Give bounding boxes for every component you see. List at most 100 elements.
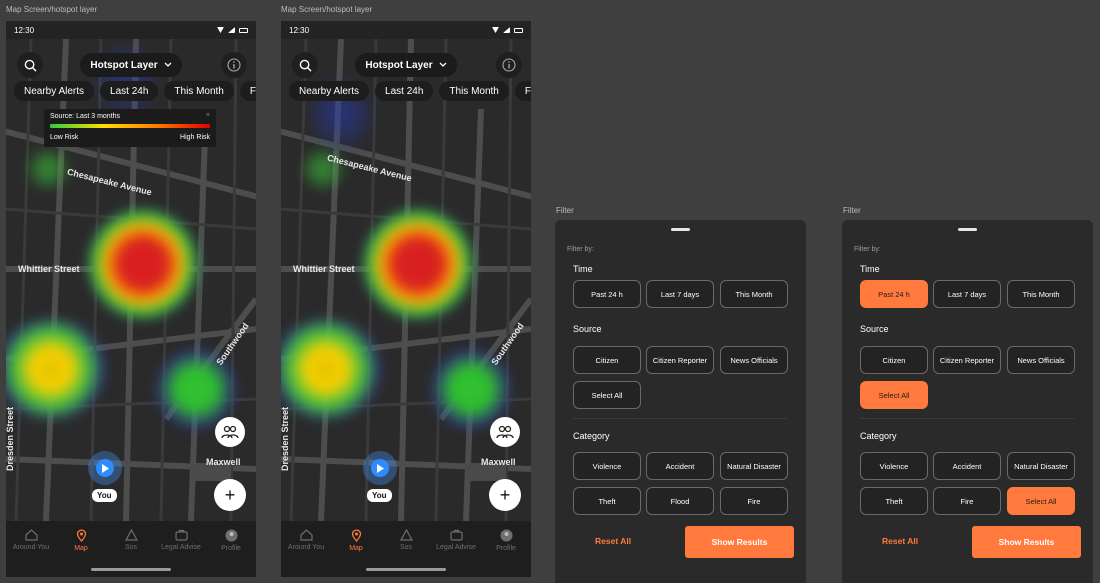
hotspot-layer-dropdown[interactable]: Hotspot Layer bbox=[80, 53, 182, 77]
nav-label-map: Map bbox=[349, 545, 363, 552]
nav-around-you[interactable]: Around You bbox=[8, 529, 54, 577]
user-location-marker[interactable]: You bbox=[88, 451, 122, 502]
home-indicator bbox=[366, 568, 446, 571]
source-option-select-all[interactable]: Select All bbox=[860, 381, 928, 409]
reset-all-button[interactable]: Reset All bbox=[595, 536, 631, 546]
show-results-button[interactable]: Show Results bbox=[685, 526, 794, 558]
street-label-dresden: Dresden Street bbox=[6, 406, 16, 472]
chevron-down-icon bbox=[164, 62, 172, 67]
source-option-select-all[interactable]: Select All bbox=[573, 381, 641, 409]
chip-last-24h[interactable]: Last 24h bbox=[375, 81, 434, 101]
search-button[interactable] bbox=[292, 52, 318, 78]
avatar-icon bbox=[500, 529, 512, 542]
filter-by-label: Filter by: bbox=[854, 246, 881, 253]
warning-icon bbox=[124, 529, 138, 541]
nav-label-legal-advise: Legal Advise bbox=[436, 544, 476, 551]
info-button[interactable] bbox=[496, 52, 522, 78]
chip-nearby-alerts[interactable]: Nearby Alerts bbox=[14, 81, 95, 101]
category-option-natural-disaster[interactable]: Natural Disaster bbox=[720, 452, 788, 480]
category-option-fire[interactable]: Fire bbox=[933, 487, 1001, 515]
street-label-whittier: Whittier Street bbox=[293, 264, 355, 274]
briefcase-icon bbox=[449, 529, 463, 541]
time-option-this-month[interactable]: This Month bbox=[720, 280, 788, 308]
legend-gradient-bar bbox=[50, 124, 210, 128]
category-option-violence[interactable]: Violence bbox=[860, 452, 928, 480]
time-option-past-24h[interactable]: Past 24 h bbox=[860, 280, 928, 308]
category-option-accident[interactable]: Accident bbox=[646, 452, 714, 480]
community-button[interactable] bbox=[215, 417, 245, 447]
category-option-theft[interactable]: Theft bbox=[573, 487, 641, 515]
plus-icon: + bbox=[499, 485, 511, 505]
nav-profile[interactable]: Profile bbox=[483, 529, 529, 577]
chip-this-month[interactable]: This Month bbox=[439, 81, 509, 101]
legend-close-icon[interactable]: × bbox=[206, 112, 210, 119]
chip-nearby-alerts[interactable]: Nearby Alerts bbox=[289, 81, 370, 101]
category-option-violence[interactable]: Violence bbox=[573, 452, 641, 480]
hotspot-layer-dropdown[interactable]: Hotspot Layer bbox=[355, 53, 457, 77]
category-option-accident[interactable]: Accident bbox=[933, 452, 1001, 480]
quick-filter-chips: Nearby Alerts Last 24h This Month F bbox=[14, 81, 256, 101]
battery-icon bbox=[239, 27, 248, 33]
home-icon bbox=[299, 529, 313, 541]
reset-all-button[interactable]: Reset All bbox=[882, 536, 918, 546]
nav-label-sos: Sos bbox=[124, 544, 138, 551]
time-option-last-7-days[interactable]: Last 7 days bbox=[933, 280, 1001, 308]
layer-label: Hotspot Layer bbox=[90, 59, 158, 71]
chip-this-month[interactable]: This Month bbox=[164, 81, 234, 101]
legend-source: Source: Last 3 months bbox=[50, 113, 121, 120]
risk-legend: Source: Last 3 months × Low Risk High Ris… bbox=[44, 109, 216, 147]
category-option-fire[interactable]: Fire bbox=[720, 487, 788, 515]
source-option-citizen[interactable]: Citizen bbox=[573, 346, 641, 374]
add-report-button[interactable]: + bbox=[489, 479, 521, 511]
source-option-citizen-reporter[interactable]: Citizen Reporter bbox=[646, 346, 714, 374]
drag-handle[interactable] bbox=[958, 228, 977, 231]
category-option-flood[interactable]: Flood bbox=[646, 487, 714, 515]
user-location-marker[interactable]: You bbox=[363, 451, 397, 502]
legend-high: High Risk bbox=[180, 134, 210, 141]
map-pin-icon bbox=[351, 529, 361, 542]
time-option-last-7-days[interactable]: Last 7 days bbox=[646, 280, 714, 308]
source-option-citizen[interactable]: Citizen bbox=[860, 346, 928, 374]
section-title-category: Category bbox=[573, 431, 610, 441]
source-option-news-officials[interactable]: News Officials bbox=[1007, 346, 1075, 374]
nav-label-around-you: Around You bbox=[12, 544, 50, 551]
wifi-icon bbox=[217, 27, 224, 33]
time-option-past-24h[interactable]: Past 24 h bbox=[573, 280, 641, 308]
status-time: 12:30 bbox=[289, 25, 310, 35]
frame-label-filter-1: Filter bbox=[556, 206, 574, 215]
search-icon bbox=[299, 59, 312, 72]
source-option-citizen-reporter[interactable]: Citizen Reporter bbox=[933, 346, 1001, 374]
briefcase-icon bbox=[174, 529, 188, 541]
category-option-theft[interactable]: Theft bbox=[860, 487, 928, 515]
section-title-time: Time bbox=[573, 264, 593, 274]
nav-profile[interactable]: Profile bbox=[208, 529, 254, 577]
status-time: 12:30 bbox=[14, 25, 35, 35]
nav-around-you[interactable]: Around You bbox=[283, 529, 329, 577]
map-canvas[interactable]: Chesapeake Avenue Whittier Street Southw… bbox=[281, 39, 531, 521]
nav-label-legal-advise: Legal Advise bbox=[161, 544, 201, 551]
time-option-this-month[interactable]: This Month bbox=[1007, 280, 1075, 308]
heat-blob-red bbox=[363, 209, 473, 319]
add-report-button[interactable]: + bbox=[214, 479, 246, 511]
category-option-natural-disaster[interactable]: Natural Disaster bbox=[1007, 452, 1075, 480]
bottom-navigation: Around You Map Sos Legal Advise Profile bbox=[281, 521, 531, 577]
heat-blob-green-small bbox=[28, 149, 68, 189]
drag-handle[interactable] bbox=[671, 228, 690, 231]
category-option-select-all[interactable]: Select All bbox=[1007, 487, 1075, 515]
chip-more[interactable]: F bbox=[514, 81, 531, 101]
legend-low: Low Risk bbox=[50, 134, 79, 141]
show-results-button[interactable]: Show Results bbox=[972, 526, 1081, 558]
avatar-icon bbox=[225, 529, 237, 542]
section-title-category: Category bbox=[860, 431, 897, 441]
search-button[interactable] bbox=[17, 52, 43, 78]
battery-icon bbox=[514, 27, 523, 33]
community-button[interactable] bbox=[490, 417, 520, 447]
source-option-news-officials[interactable]: News Officials bbox=[720, 346, 788, 374]
chip-more[interactable]: F bbox=[239, 81, 256, 101]
info-button[interactable] bbox=[221, 52, 247, 78]
frame-label-map-2: Map Screen/hotspot layer bbox=[281, 5, 373, 14]
nav-label-profile: Profile bbox=[221, 545, 241, 552]
group-icon bbox=[221, 425, 239, 439]
chip-last-24h[interactable]: Last 24h bbox=[100, 81, 159, 101]
status-bar: 12:30 bbox=[281, 21, 531, 39]
